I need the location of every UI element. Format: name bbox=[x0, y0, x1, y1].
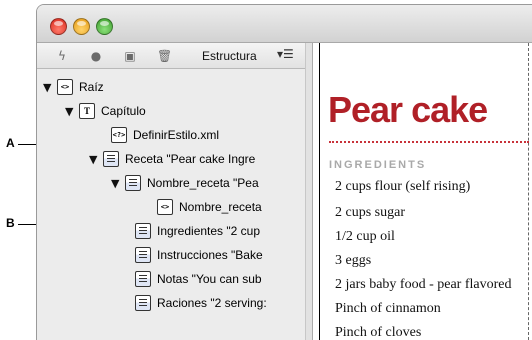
tree-row-nombre-receta-tag[interactable]: <> Nombre_receta bbox=[157, 195, 262, 219]
panel-menu-icon[interactable]: ▾☰ bbox=[277, 47, 294, 61]
tree-row-nombre-receta[interactable]: ▼ Nombre_receta "Pea bbox=[111, 171, 259, 195]
lightning-icon[interactable]: ϟ bbox=[55, 49, 69, 63]
ingredient-item: Pinch of cloves bbox=[335, 325, 422, 340]
document-view: Pear cake INGREDIENTS 2 cups flour (self… bbox=[313, 43, 532, 340]
tree-row-raciones[interactable]: Raciones "2 serving: bbox=[135, 291, 267, 315]
tree-row-definir-estilo[interactable]: <?> DefinirEstilo.xml bbox=[111, 123, 219, 147]
callout-a-label: A bbox=[6, 136, 15, 150]
structure-window: ϟ ● ▣ 🗑 Estructura ▾☰ ▼ <> Raíz ▼ Capítu… bbox=[36, 4, 532, 340]
ingredient-item: 3 eggs bbox=[335, 253, 372, 268]
record-dot-icon[interactable]: ● bbox=[89, 49, 103, 63]
processing-instruction-icon: <?> bbox=[111, 127, 127, 143]
text-element-icon bbox=[79, 103, 95, 119]
element-icon bbox=[135, 271, 151, 287]
tree-label: Capítulo bbox=[101, 104, 146, 118]
tree-label: Nombre_receta bbox=[179, 200, 262, 214]
recipe-title: Pear cake bbox=[328, 89, 488, 130]
structure-tree: ▼ <> Raíz ▼ Capítulo <?> DefinirEstilo.x… bbox=[37, 69, 307, 340]
element-icon bbox=[103, 151, 119, 167]
element-icon bbox=[135, 223, 151, 239]
tree-row-notas[interactable]: Notas "You can sub bbox=[135, 267, 262, 291]
tree-row-raiz[interactable]: ▼ <> Raíz bbox=[43, 75, 104, 99]
structure-panel: ϟ ● ▣ 🗑 Estructura ▾☰ ▼ <> Raíz ▼ Capítu… bbox=[37, 43, 307, 340]
title-bar bbox=[37, 5, 532, 43]
zoom-window-button[interactable] bbox=[96, 18, 113, 35]
page-edge bbox=[319, 43, 320, 340]
title-rule bbox=[329, 141, 529, 143]
minimize-window-button[interactable] bbox=[73, 18, 90, 35]
disclosure-triangle-icon[interactable]: ▼ bbox=[111, 177, 125, 190]
frame-edge bbox=[528, 43, 529, 340]
element-icon bbox=[125, 175, 141, 191]
tree-label: Ingredientes "2 cup bbox=[157, 224, 260, 238]
element-icon bbox=[135, 247, 151, 263]
ingredient-item: 2 cups sugar bbox=[335, 205, 405, 220]
tree-row-instrucciones[interactable]: Instrucciones "Bake bbox=[135, 243, 263, 267]
disclosure-triangle-icon[interactable]: ▼ bbox=[89, 153, 103, 166]
tag-snippet-icon[interactable]: ▣ bbox=[123, 49, 137, 63]
ingredient-item: 2 jars baby food - pear flavored bbox=[335, 277, 512, 292]
disclosure-triangle-icon[interactable]: ▼ bbox=[65, 105, 79, 118]
element-tag-icon: <> bbox=[157, 199, 173, 215]
tree-label: Instrucciones "Bake bbox=[157, 248, 263, 262]
tree-row-capitulo[interactable]: ▼ Capítulo bbox=[65, 99, 146, 123]
close-window-button[interactable] bbox=[50, 18, 67, 35]
panel-title: Estructura bbox=[202, 49, 257, 63]
element-icon bbox=[135, 295, 151, 311]
panel-splitter[interactable] bbox=[305, 43, 313, 340]
ingredient-item: Pinch of cinnamon bbox=[335, 301, 441, 316]
ingredient-item: 1/2 cup oil bbox=[335, 229, 395, 244]
tree-label: Receta "Pear cake Ingre bbox=[125, 152, 256, 166]
tree-label: Nombre_receta "Pea bbox=[147, 176, 259, 190]
callout-b-label: B bbox=[6, 216, 15, 230]
ingredient-item: 2 cups flour (self rising) bbox=[335, 179, 471, 194]
disclosure-triangle-icon[interactable]: ▼ bbox=[43, 81, 57, 94]
element-tag-icon: <> bbox=[57, 79, 73, 95]
tree-row-receta[interactable]: ▼ Receta "Pear cake Ingre bbox=[89, 147, 255, 171]
tree-label: Raíz bbox=[79, 80, 104, 94]
tree-label: Raciones "2 serving: bbox=[157, 296, 267, 310]
ingredients-heading: INGREDIENTS bbox=[329, 159, 427, 171]
structure-toolbar: ϟ ● ▣ 🗑 Estructura ▾☰ bbox=[37, 43, 307, 69]
tree-row-ingredientes[interactable]: Ingredientes "2 cup bbox=[135, 219, 260, 243]
tree-label: Notas "You can sub bbox=[157, 272, 262, 286]
tree-label: DefinirEstilo.xml bbox=[133, 128, 220, 142]
trash-icon[interactable]: 🗑 bbox=[157, 49, 172, 63]
